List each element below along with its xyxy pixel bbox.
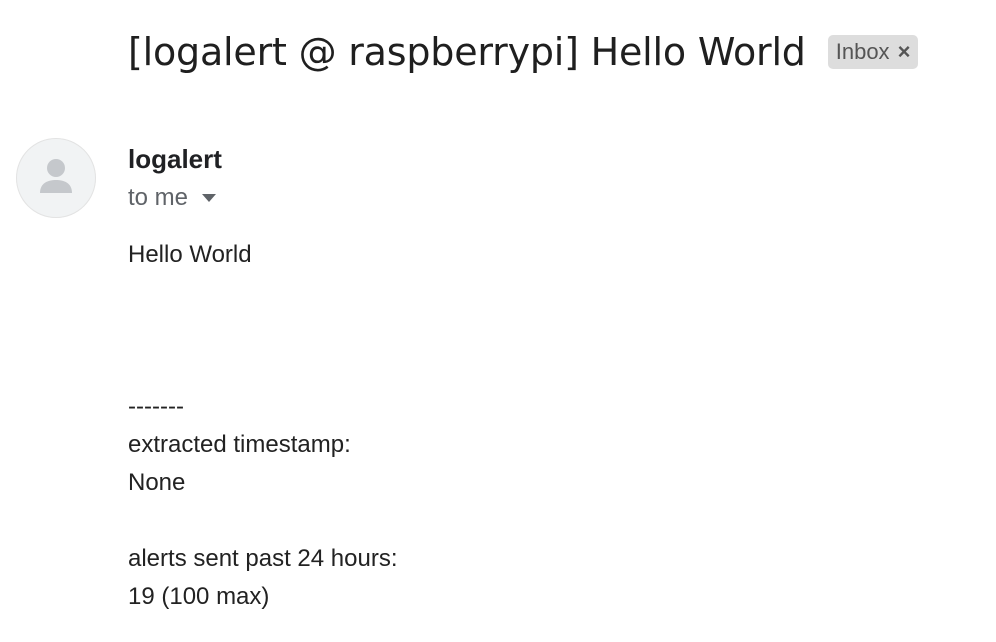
body-line: Hello World [128,241,252,268]
recipient-details-toggle[interactable]: to me [128,182,217,214]
sender-name[interactable]: logalert [128,142,222,176]
body-line [128,274,397,312]
avatar[interactable] [16,138,96,218]
person-icon [40,159,72,193]
body-line: None [128,469,186,496]
close-icon[interactable]: × [898,35,911,69]
label-chip-text: Inbox [835,39,890,64]
email-subject: [logalert @ raspberrypi] Hello World [128,30,806,74]
recipient-text: to me [128,184,189,211]
subject-row: [logalert @ raspberrypi] Hello World Inb… [128,24,919,80]
separator-line: ------- [128,393,184,420]
body-line [128,312,397,350]
caret-down-icon[interactable] [202,194,217,202]
body-line: 19 (100 max) [128,583,270,610]
body-line [128,350,397,388]
body-line [128,502,397,540]
body-line: extracted timestamp: [128,431,351,458]
body-line: alerts sent past 24 hours: [128,545,398,572]
email-body: Hello World ------- extracted timestamp:… [128,236,397,616]
inbox-label-chip[interactable]: Inbox × [827,35,919,69]
